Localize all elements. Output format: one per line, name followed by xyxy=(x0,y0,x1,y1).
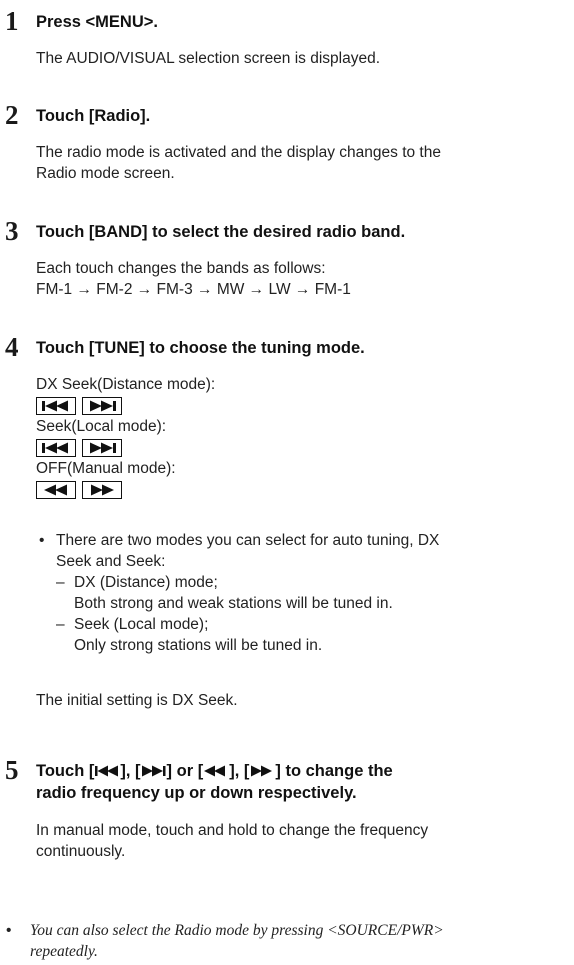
title-line: Touch [ ], [ ] or [ ], [ ] to change the xyxy=(36,760,571,782)
skip-back-icon xyxy=(36,438,76,457)
body-line: In manual mode, touch and hold to change… xyxy=(36,822,429,839)
mode-label-dx-seek: DX Seek(Distance mode): xyxy=(36,376,216,393)
skip-forward-icon xyxy=(82,438,122,457)
title-line: radio frequency up or down respectively. xyxy=(36,784,357,802)
step-number: 2 xyxy=(5,100,19,130)
sub-item-dx: – DX (Distance) mode; Both strong and we… xyxy=(56,572,571,614)
note-bullet: • xyxy=(6,922,12,939)
skip-forward-icon xyxy=(141,765,166,777)
note-line: repeatedly. xyxy=(30,943,98,960)
note-line: You can also select the Radio mode by pr… xyxy=(30,922,444,939)
band-sequence: FM-1 → FM-2 → FM-3 → MW → LW → FM-1 xyxy=(36,281,351,298)
skip-forward-icon xyxy=(82,396,122,415)
step-body: The AUDIO/VISUAL selection screen is dis… xyxy=(36,48,571,69)
manual-buttons xyxy=(36,479,571,500)
dx-seek-buttons xyxy=(36,395,571,416)
initial-setting: The initial setting is DX Seek. xyxy=(36,690,571,711)
sub-line: Seek (Local mode); xyxy=(74,616,209,633)
step-title: Touch [ ], [ ] or [ ], [ ] to change the… xyxy=(36,760,571,804)
title-text: ], [ xyxy=(229,762,250,780)
step-body: In manual mode, touch and hold to change… xyxy=(36,820,571,862)
rewind-icon xyxy=(36,480,76,499)
mode-label-off: OFF(Manual mode): xyxy=(36,460,176,477)
step-title: Touch [BAND] to select the desired radio… xyxy=(36,223,406,241)
body-line: The radio mode is activated and the disp… xyxy=(36,144,441,161)
auto-tuning-bullet: • There are two modes you can select for… xyxy=(39,530,571,656)
title-text: ] to change the xyxy=(275,762,393,780)
rewind-icon xyxy=(204,765,226,777)
sub-line: Both strong and weak stations will be tu… xyxy=(74,595,393,612)
title-text: Touch [ xyxy=(36,762,95,780)
body-line: Radio mode screen. xyxy=(36,165,175,182)
bullet-line: There are two modes you can select for a… xyxy=(56,532,440,549)
step-title: Press <MENU>. xyxy=(36,13,158,31)
sub-line: DX (Distance) mode; xyxy=(74,574,218,591)
bullet-line: Seek and Seek: xyxy=(56,553,166,570)
step-number: 5 xyxy=(5,755,19,785)
skip-back-icon xyxy=(36,396,76,415)
dash: – xyxy=(56,616,65,633)
sub-item-seek: – Seek (Local mode); Only strong station… xyxy=(56,614,571,656)
seek-buttons xyxy=(36,437,571,458)
body-line: Each touch changes the bands as follows: xyxy=(36,260,326,277)
step-title: Touch [TUNE] to choose the tuning mode. xyxy=(36,339,365,357)
body-line: continuously. xyxy=(36,843,126,860)
body-line: The AUDIO/VISUAL selection screen is dis… xyxy=(36,50,381,67)
fast-forward-icon xyxy=(251,765,273,777)
step-number: 3 xyxy=(5,216,19,246)
step-number: 4 xyxy=(5,332,19,362)
note-text: You can also select the Radio mode by pr… xyxy=(30,920,570,962)
fast-forward-icon xyxy=(82,480,122,499)
step-title: Touch [Radio]. xyxy=(36,107,151,125)
bullet-dot: • xyxy=(39,532,45,549)
initial-setting-text: The initial setting is DX Seek. xyxy=(36,692,238,709)
step-body: Each touch changes the bands as follows:… xyxy=(36,258,571,300)
step-body: The radio mode is activated and the disp… xyxy=(36,142,571,184)
mode-label-seek: Seek(Local mode): xyxy=(36,418,167,435)
title-text: ] or [ xyxy=(166,762,204,780)
tuning-modes: DX Seek(Distance mode): Seek(Local mode)… xyxy=(36,374,571,500)
title-text: ], [ xyxy=(120,762,141,780)
skip-back-icon xyxy=(95,765,119,777)
dash: – xyxy=(56,574,65,591)
sub-line: Only strong stations will be tuned in. xyxy=(74,637,323,654)
step-number: 1 xyxy=(5,6,19,36)
